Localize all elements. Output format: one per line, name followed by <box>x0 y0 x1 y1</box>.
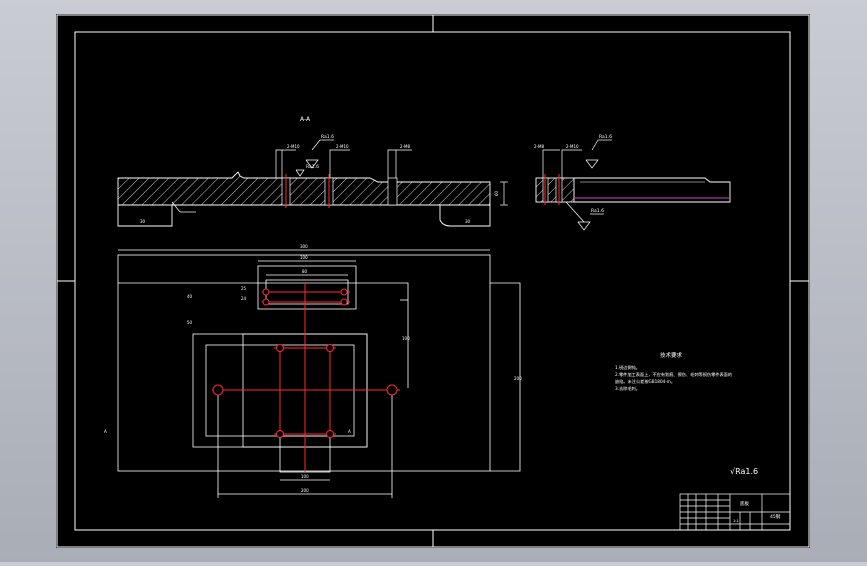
hole-mid-tr <box>326 344 334 352</box>
foot-label-left: 30 <box>140 219 146 224</box>
hole-mid-bl <box>276 430 284 438</box>
left-callout-1: 2-M10 <box>287 144 300 149</box>
drawing-canvas: A-A 30 30 2-M10 2-M10 2-M8 Ra1.6 Ra1.6 6… <box>56 14 810 548</box>
tech-line-4: 3.去除毛刺。 <box>615 385 640 392</box>
hole-top-right-1 <box>340 288 348 296</box>
hole-mid-tl <box>276 344 284 352</box>
dim-left-2: 24 <box>241 296 247 301</box>
right-callout-2: 2-M10 <box>566 144 579 149</box>
tech-line-3: 缺陷。未注公差按GB1804-m。 <box>615 378 675 385</box>
hole-top-left-1 <box>262 288 270 296</box>
hole-large-right <box>386 384 398 396</box>
dim-bottom-1: 100 <box>301 474 309 479</box>
tech-title: 技术要求 <box>660 351 683 359</box>
right-section-hatch <box>535 177 575 203</box>
dim-left-1: 25 <box>241 286 247 291</box>
left-roughness-1: Ra1.6 <box>321 134 334 140</box>
left-height-dim: 60 <box>494 190 499 196</box>
hole-large-left <box>212 384 224 396</box>
dim-left-4: 50 <box>187 320 193 325</box>
foot-label-right: 30 <box>465 219 471 224</box>
right-roughness-1: Ra1.6 <box>599 134 612 140</box>
dim-bottom-2: 200 <box>301 488 309 493</box>
left-roughness-2: Ra1.6 <box>306 164 319 170</box>
cad-viewport: A-A 30 30 2-M10 2-M10 2-M8 Ra1.6 Ra1.6 6… <box>0 0 867 562</box>
hole-3 <box>387 177 398 206</box>
drawing-sheet <box>56 14 810 548</box>
dim-height: 200 <box>514 376 522 381</box>
left-callout-2: 2-M10 <box>336 144 349 149</box>
tech-line-2: 2.零件加工表面上，不应有划痕、擦伤、毛刺等损伤零件表面的 <box>615 371 732 378</box>
right-callout-1: 2-M8 <box>534 144 544 149</box>
right-roughness-2: Ra1.6 <box>591 208 604 214</box>
section-label-a-a: A-A <box>300 116 311 123</box>
title-scale: 1:1 <box>733 519 739 523</box>
dim-left-3: 40 <box>187 294 193 299</box>
hole-mid-br <box>326 430 334 438</box>
left-callout-3: 2-M8 <box>400 144 410 149</box>
dim-top-width: 100 <box>300 255 308 260</box>
tech-line-1: 1.锐边倒钝。 <box>615 364 640 371</box>
dim-right: 100 <box>402 336 410 341</box>
hole-top-left-2 <box>262 298 270 306</box>
marker-left: A <box>104 429 107 434</box>
dim-top-inner: 80 <box>302 269 308 274</box>
marker-right: A <box>348 429 351 434</box>
hole-top-right-2 <box>340 298 348 306</box>
title-material: 45钢 <box>770 513 781 520</box>
title-part-name: 底板 <box>740 500 749 507</box>
dim-total-width: 300 <box>300 244 308 249</box>
roughness-note: √Ra1.6 <box>730 467 758 476</box>
